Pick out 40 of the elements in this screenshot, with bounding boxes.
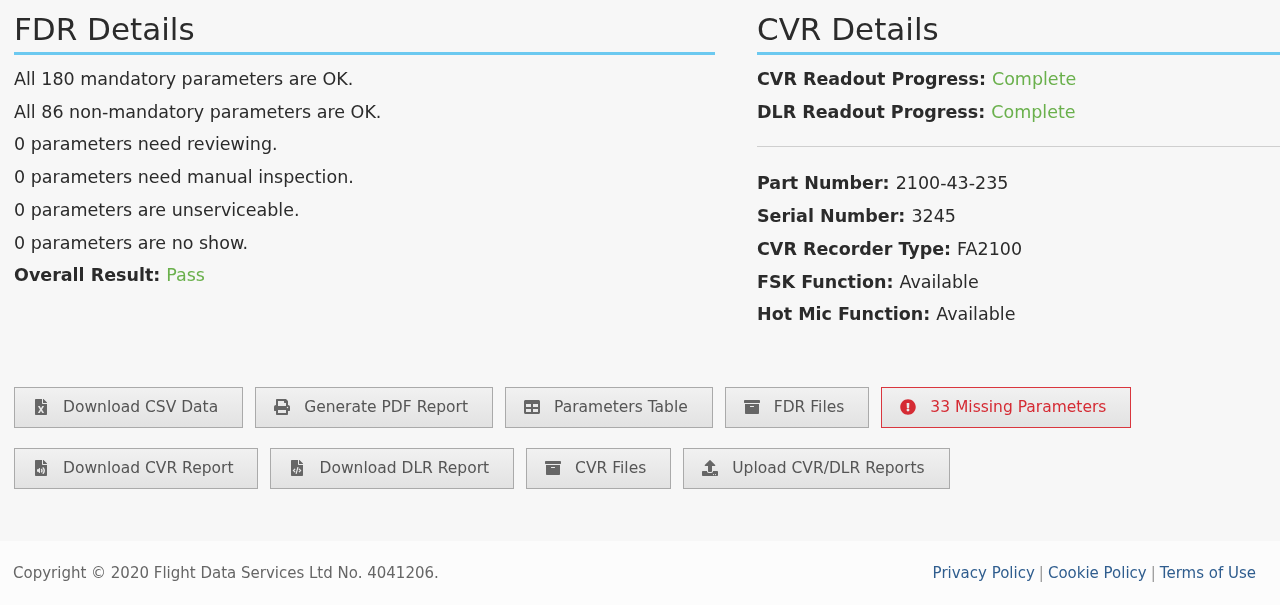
audio-file-icon	[33, 460, 49, 477]
section-title: CVR Details	[757, 10, 1280, 55]
summary-text: 0 parameters need manual inspection.	[14, 166, 355, 190]
action-button[interactable]: Download CVR Report	[14, 447, 259, 489]
detail-field: Serial Number: 3245	[757, 200, 1280, 233]
link-separator: |	[1150, 564, 1156, 582]
summary-text: All 180 mandatory parameters are OK.	[14, 68, 355, 91]
exclamation-icon	[900, 399, 917, 416]
footer-link[interactable]: Cookie Policy	[1047, 564, 1147, 582]
action-button[interactable]: Download DLR Report	[270, 447, 515, 489]
detail-field: Part Number: 2100-43-235	[757, 167, 1280, 201]
progress-status: DLR Readout Progress: Complete	[757, 100, 1077, 124]
detail-field: FSK Function: Available	[757, 265, 1280, 299]
printer-icon	[274, 399, 291, 416]
footer-link[interactable]: Privacy Policy	[932, 564, 1035, 582]
action-button[interactable]: FDR Files	[724, 386, 870, 428]
action-button[interactable]: Parameters Table	[505, 386, 713, 428]
upload-icon	[702, 460, 719, 477]
detail-field: Hot Mic Function: Available	[757, 298, 1280, 331]
summary-text: 0 parameters are no show.	[14, 231, 250, 255]
action-button[interactable]: CVR Files	[526, 447, 672, 489]
action-button[interactable]: Download CSV Data	[14, 386, 244, 428]
spreadsheet-file-icon	[33, 399, 49, 416]
copyright-text: Copyright © 2020 Flight Data Services Ltd No. 4041206.	[13, 564, 439, 582]
summary-text: 0 parameters are unserviceable.	[14, 198, 301, 222]
alert-button[interactable]: 33 Missing Parameters	[881, 386, 1132, 428]
progress-status: CVR Readout Progress: Complete	[757, 68, 1078, 91]
summary-text: All 86 non-mandatory parameters are OK.	[14, 100, 383, 124]
section-title: FDR Details	[14, 10, 715, 55]
archive-box-icon	[743, 399, 760, 416]
action-button[interactable]: Upload CVR/DLR Reports	[683, 447, 950, 489]
code-file-icon	[289, 460, 306, 477]
summary-text: 0 parameters need reviewing.	[14, 133, 279, 157]
footer-link[interactable]: Terms of Use	[1159, 564, 1256, 582]
detail-field: CVR Recorder Type: FA2100	[757, 232, 1280, 266]
overall-result: Overall Result: Pass	[14, 264, 206, 288]
table-icon	[524, 399, 540, 416]
link-separator: |	[1038, 564, 1044, 582]
action-button[interactable]: Generate PDF Report	[255, 386, 493, 428]
archive-box-icon	[545, 460, 562, 477]
